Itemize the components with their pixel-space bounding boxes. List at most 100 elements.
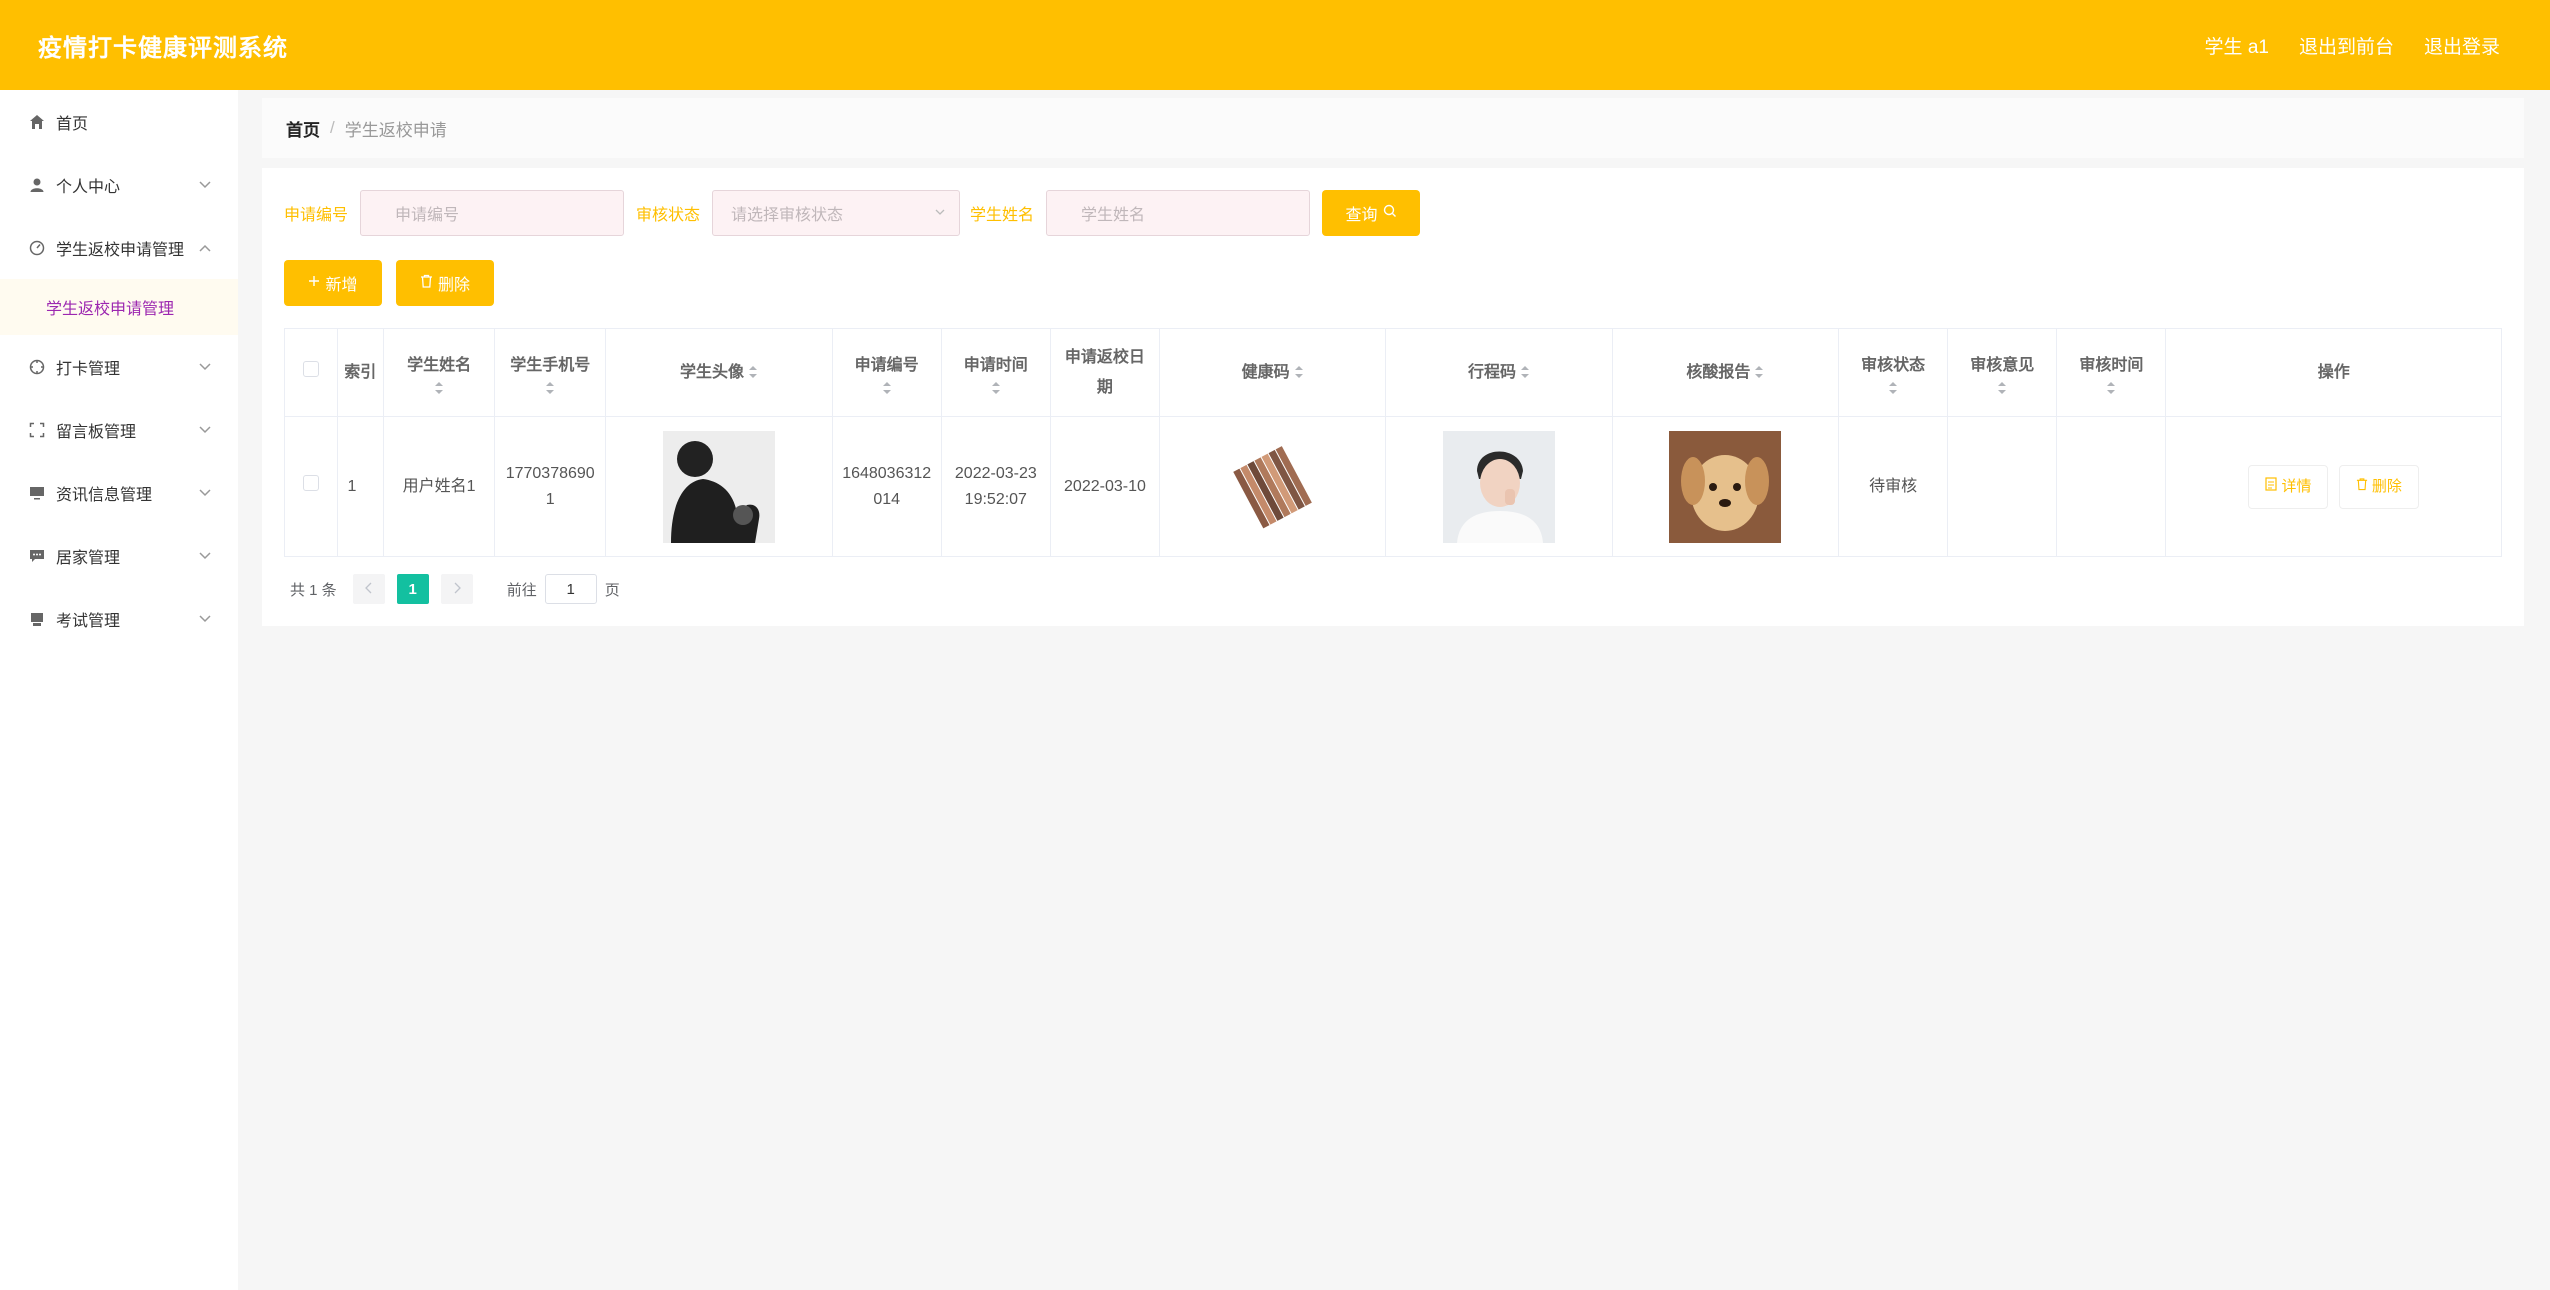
col-student-avatar[interactable]: 学生头像 [605, 328, 833, 417]
col-review-opinion-label: 审核意见 [1970, 356, 2035, 374]
col-application-number[interactable]: 申请编号 [832, 328, 942, 417]
sort-icon[interactable] [434, 381, 444, 395]
query-button[interactable]: 查询 [1322, 190, 1421, 236]
col-review-time[interactable]: 审核时间 [2056, 328, 2167, 417]
sort-icon[interactable] [1520, 365, 1530, 379]
col-operations: 操作 [2166, 329, 2502, 417]
batch-delete-button-label: 删除 [437, 277, 470, 294]
col-student-avatar-label: 学生头像 [679, 363, 744, 381]
col-operations-label: 操作 [2317, 363, 2350, 381]
sort-icon[interactable] [2106, 381, 2116, 395]
document-icon [2265, 474, 2278, 500]
student-name-placeholder: 学生姓名 [1081, 207, 1146, 224]
col-travel-code[interactable]: 行程码 [1385, 328, 1613, 417]
travel-code-image[interactable] [1443, 430, 1556, 543]
sidebar-item-label: 留言板管理 [56, 423, 137, 441]
select-all-checkbox[interactable] [302, 360, 319, 377]
sort-icon[interactable] [1754, 365, 1764, 379]
student-avatar-image[interactable] [662, 430, 775, 543]
next-page-button[interactable] [440, 574, 473, 604]
row-checkbox[interactable] [302, 474, 319, 491]
sidebar-item-label: 打卡管理 [56, 360, 121, 378]
batch-delete-button[interactable]: 删除 [396, 260, 494, 306]
col-travel-code-label: 行程码 [1468, 363, 1517, 381]
col-return-date[interactable]: 申请返校日期 [1050, 328, 1161, 417]
row-select-cell [284, 416, 338, 557]
clock-icon [28, 358, 46, 376]
cell-application-number-text: 1648036312014 [842, 464, 932, 508]
nucleic-report-image[interactable] [1669, 430, 1782, 543]
sidebar-item-personal-center[interactable]: 个人中心 [0, 153, 238, 216]
breadcrumb-separator: / [330, 118, 335, 137]
student-name-input[interactable]: 学生姓名 [1046, 190, 1311, 236]
breadcrumb: 首页 / 学生返校申请 [262, 98, 2524, 158]
sidebar-item-return-application[interactable]: 学生返校申请管理 [0, 216, 238, 279]
col-application-time[interactable]: 申请时间 [941, 328, 1051, 417]
sort-icon[interactable] [1997, 381, 2007, 395]
sort-icon[interactable] [545, 381, 555, 395]
goto-page-input[interactable]: 1 [544, 574, 597, 604]
home-icon [28, 113, 46, 131]
logout-link[interactable]: 退出登录 [2424, 32, 2500, 59]
breadcrumb-home[interactable]: 首页 [286, 116, 320, 141]
page-number-button[interactable]: 1 [396, 574, 429, 604]
chevron-down-icon [198, 486, 212, 500]
sidebar-item-news[interactable]: 资讯信息管理 [0, 461, 238, 524]
action-bar: 新增 删除 [284, 260, 494, 306]
sidebar-item-checkin[interactable]: 打卡管理 [0, 335, 238, 398]
col-student-name[interactable]: 学生姓名 [383, 328, 496, 417]
col-student-phone[interactable]: 学生手机号 [494, 328, 607, 417]
col-student-phone-label: 学生手机号 [510, 356, 591, 374]
cell-return-date-text: 2022-03-10 [1064, 477, 1146, 495]
sidebar: 首页 个人中心 学生返校申请管理 学生返校申请管理 打卡管理 留言板管理 资讯信… [0, 90, 238, 1290]
current-user-link[interactable]: 学生 a1 [2205, 32, 2269, 59]
chevron-down-icon [198, 549, 212, 563]
health-code-image[interactable] [1216, 430, 1329, 543]
search-bar: 申请编号 申请编号 审核状态 请选择审核状态 学生姓名 学生姓名 查询 [284, 190, 1421, 236]
cell-index: 1 [337, 416, 385, 557]
col-nucleic-report-label: 核酸报告 [1686, 363, 1751, 381]
sidebar-item-message-board[interactable]: 留言板管理 [0, 398, 238, 461]
trash-icon [2356, 474, 2368, 500]
sort-icon[interactable] [1294, 365, 1304, 379]
sidebar-item-label: 个人中心 [56, 178, 121, 196]
col-nucleic-report[interactable]: 核酸报告 [1612, 328, 1840, 417]
sort-icon[interactable] [748, 365, 758, 379]
chevron-down-icon [198, 612, 212, 626]
sidebar-item-exam[interactable]: 考试管理 [0, 587, 238, 650]
sidebar-item-label: 考试管理 [56, 612, 121, 630]
exit-to-front-link[interactable]: 退出到前台 [2299, 32, 2394, 59]
application-table: 索引 学生姓名 学生手机号 学生头像 申请编号 申请时间 申请返校日期 健康码 … [284, 328, 2502, 557]
col-health-code[interactable]: 健康码 [1159, 328, 1387, 417]
detail-button[interactable]: 详情 [2248, 464, 2329, 509]
prev-page-button[interactable] [352, 574, 385, 604]
application-number-input[interactable]: 申请编号 [360, 190, 625, 236]
plus-icon [308, 274, 320, 292]
chevron-left-icon [364, 581, 373, 598]
col-application-time-label: 申请时间 [963, 356, 1028, 374]
col-return-date-label: 申请返校日期 [1064, 348, 1145, 396]
sidebar-subitem-return-application[interactable]: 学生返校申请管理 [0, 279, 238, 335]
review-status-placeholder: 请选择审核状态 [731, 207, 844, 224]
printer-icon [28, 610, 46, 628]
cell-travel-code [1385, 416, 1613, 557]
sidebar-item-home-quarantine[interactable]: 居家管理 [0, 524, 238, 587]
goto-label: 前往 [506, 581, 537, 599]
breadcrumb-current: 学生返校申请 [344, 120, 447, 140]
col-review-status[interactable]: 审核状态 [1838, 328, 1949, 417]
cell-student-avatar [605, 416, 833, 557]
dashboard-icon [28, 239, 46, 257]
student-name-label: 学生姓名 [970, 207, 1035, 224]
col-review-opinion[interactable]: 审核意见 [1947, 328, 2058, 417]
sidebar-item-home[interactable]: 首页 [0, 90, 238, 153]
sort-icon[interactable] [882, 381, 892, 395]
cell-nucleic-report [1612, 416, 1840, 557]
row-delete-button[interactable]: 删除 [2338, 464, 2419, 509]
cell-review-time [2056, 416, 2167, 557]
col-review-time-label: 审核时间 [2079, 356, 2144, 374]
sort-icon[interactable] [991, 381, 1001, 395]
sort-icon[interactable] [1888, 381, 1898, 395]
add-button[interactable]: 新增 [284, 260, 382, 306]
review-status-select[interactable]: 请选择审核状态 [712, 190, 961, 236]
row-delete-button-label: 删除 [2371, 477, 2402, 495]
